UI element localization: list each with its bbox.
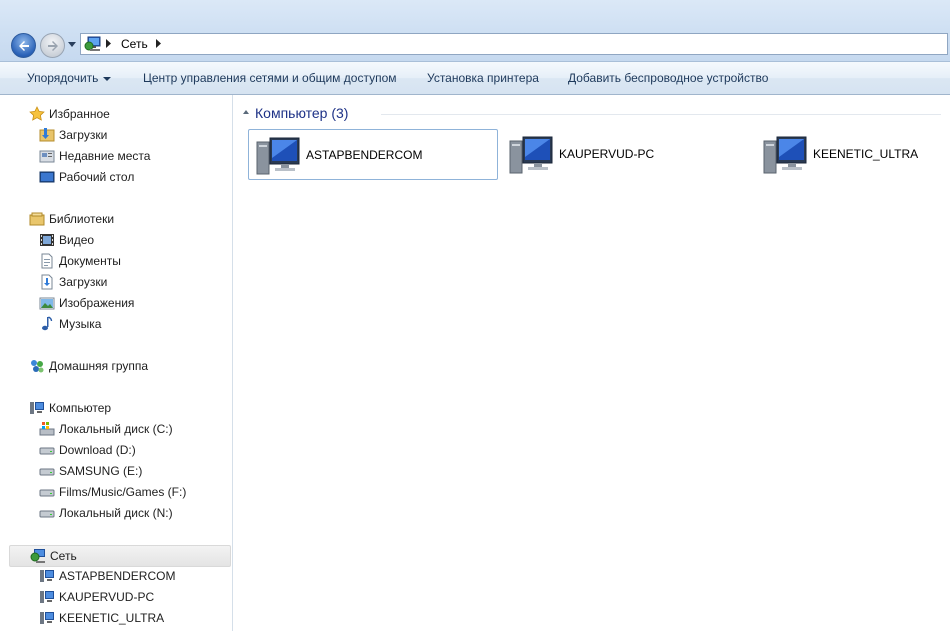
drive-icon [39, 510, 55, 518]
computer-name: KEENETIC_ULTRA [813, 147, 919, 161]
network-icon [84, 36, 101, 51]
navigation-pane: Избранное Загрузки Недавние места Рабочи… [0, 95, 233, 631]
libraries-icon [29, 212, 45, 226]
documents-icon [41, 253, 53, 269]
organize-button[interactable]: Упорядочить [27, 71, 112, 85]
downloads-icon [41, 274, 53, 290]
computer-icon [763, 136, 807, 174]
forward-button[interactable] [40, 33, 65, 58]
computer-tile-kaupervud-pc[interactable]: KAUPERVUD-PC [502, 129, 752, 180]
back-arrow-icon [19, 41, 29, 51]
video-icon [40, 234, 54, 246]
desktop-icon [39, 171, 55, 183]
organize-label: Упорядочить [27, 71, 99, 85]
breadcrumb-network[interactable]: Сеть [121, 37, 148, 51]
breadcrumb-separator-icon[interactable] [105, 39, 112, 48]
computer-name: ASTAPBENDERCOM [306, 148, 423, 162]
back-button[interactable] [11, 33, 36, 58]
address-input[interactable]: Сеть [80, 33, 948, 55]
drive-icon [39, 468, 55, 476]
star-icon [29, 106, 45, 121]
chevron-down-icon [103, 76, 112, 81]
homegroup-icon [31, 360, 44, 373]
breadcrumb-separator-icon[interactable] [155, 39, 162, 48]
computer-icon [30, 402, 44, 414]
computer-tile-astapbendercom[interactable]: ASTAPBENDERCOM [248, 129, 498, 180]
address-bar-area: Сеть [0, 0, 950, 62]
collapse-group-icon[interactable] [243, 110, 249, 114]
computer-icon [40, 591, 54, 603]
computer-icon [40, 612, 54, 624]
drive-icon [39, 447, 55, 455]
computer-name: KAUPERVUD-PC [559, 147, 655, 161]
group-divider [381, 114, 941, 115]
recent-places-icon [39, 150, 55, 163]
computer-icon [256, 137, 300, 175]
computer-icon [40, 570, 54, 582]
content-pane: Компьютер (3) ASTAPBENDERCOM KAUPERVUD-P… [233, 95, 950, 631]
history-dropdown-icon[interactable] [68, 42, 76, 48]
pictures-icon [39, 297, 55, 310]
group-title: Компьютер (3) [255, 105, 349, 121]
add-printer-button[interactable]: Установка принтера [427, 71, 539, 85]
forward-arrow-icon [48, 41, 58, 51]
add-wireless-device-button[interactable]: Добавить беспроводное устройство [568, 71, 768, 85]
downloads-folder-icon [39, 128, 55, 142]
drive-icon [39, 489, 55, 497]
group-header[interactable]: Компьютер (3) [243, 105, 943, 123]
music-icon [42, 316, 53, 331]
network-icon [30, 549, 45, 563]
computer-icon [509, 136, 553, 174]
nav-network[interactable]: Сеть [9, 545, 231, 567]
system-drive-icon [39, 422, 55, 436]
computer-tile-keenetic-ultra[interactable]: KEENETIC_ULTRA [756, 129, 950, 180]
network-center-button[interactable]: Центр управления сетями и общим доступом [143, 71, 397, 85]
explorer-window: Сеть Упорядочить Центр управления сетями… [0, 0, 950, 631]
command-bar: Упорядочить Центр управления сетями и об… [0, 62, 950, 95]
